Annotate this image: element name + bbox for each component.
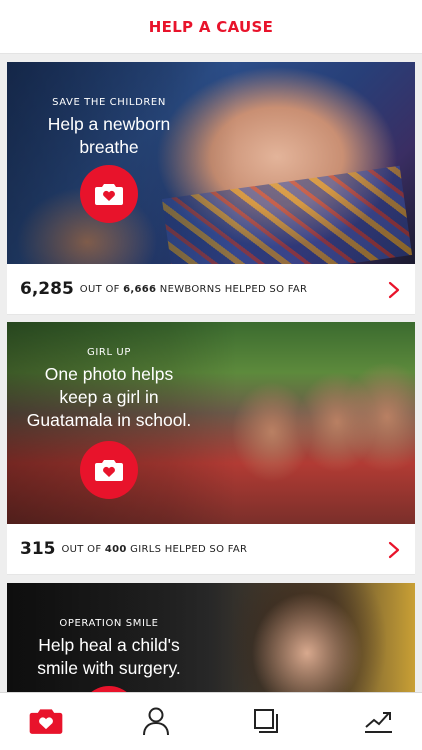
cause-photo[interactable]: OPERATION SMILE Help heal a child's smil…	[7, 583, 415, 692]
cause-card-operation-smile[interactable]: OPERATION SMILE Help heal a child's smil…	[7, 583, 415, 692]
tab-gallery[interactable]	[246, 701, 286, 741]
take-photo-button[interactable]	[80, 441, 138, 499]
cause-card-girl-up[interactable]: GIRL UP One photo helps keep a girl in G…	[7, 322, 415, 575]
org-name: GIRL UP	[87, 347, 131, 358]
progress-row[interactable]: 6,285 OUT OF 6,666 NEWBORNS HELPED SO FA…	[7, 264, 415, 315]
cause-overlay: SAVE THE CHILDREN Help a newborn breathe	[7, 62, 211, 264]
bottom-tab-bar	[0, 692, 422, 750]
cause-headline: One photo helps keep a girl in Guatamala…	[26, 364, 192, 430]
progress-row[interactable]: 315 OUT OF 400 GIRLS HELPED SO FAR	[7, 524, 415, 575]
camera-heart-icon	[29, 709, 63, 734]
chevron-right-icon[interactable]	[387, 541, 401, 559]
page-title: HELP A CAUSE	[148, 17, 274, 36]
gallery-icon	[254, 709, 278, 733]
unit-label: GIRLS HELPED SO FAR	[130, 543, 248, 555]
person-icon	[143, 707, 169, 736]
cause-overlay: OPERATION SMILE Help heal a child's smil…	[7, 583, 211, 692]
cause-headline: Help a newborn breathe	[47, 114, 171, 157]
app-header: HELP A CAUSE	[0, 0, 422, 54]
trend-chart-icon	[365, 712, 392, 733]
out-of-label: OUT OF	[61, 543, 102, 555]
org-name: OPERATION SMILE	[59, 618, 159, 629]
cause-photo[interactable]: GIRL UP One photo helps keep a girl in G…	[7, 322, 415, 524]
out-of-label: OUT OF	[79, 283, 120, 295]
org-name: SAVE THE CHILDREN	[52, 97, 166, 108]
tab-profile[interactable]	[136, 701, 176, 741]
take-photo-button[interactable]	[80, 165, 138, 223]
cause-feed[interactable]: SAVE THE CHILDREN Help a newborn breathe…	[0, 54, 422, 692]
goal-count: 400	[104, 543, 127, 555]
cause-card-save-the-children[interactable]: SAVE THE CHILDREN Help a newborn breathe…	[7, 62, 415, 315]
cause-photo[interactable]: SAVE THE CHILDREN Help a newborn breathe	[7, 62, 415, 264]
tab-stats[interactable]	[358, 701, 398, 741]
cause-headline: Help heal a child's smile with surgery.	[37, 635, 181, 678]
chevron-right-icon[interactable]	[387, 281, 401, 299]
helped-count: 6,285	[20, 279, 74, 299]
goal-count: 6,666	[123, 283, 157, 295]
camera-heart-icon	[95, 460, 123, 481]
tab-causes[interactable]	[26, 701, 66, 741]
helped-count: 315	[20, 539, 56, 559]
camera-heart-icon	[95, 184, 123, 205]
unit-label: NEWBORNS HELPED SO FAR	[159, 283, 308, 295]
